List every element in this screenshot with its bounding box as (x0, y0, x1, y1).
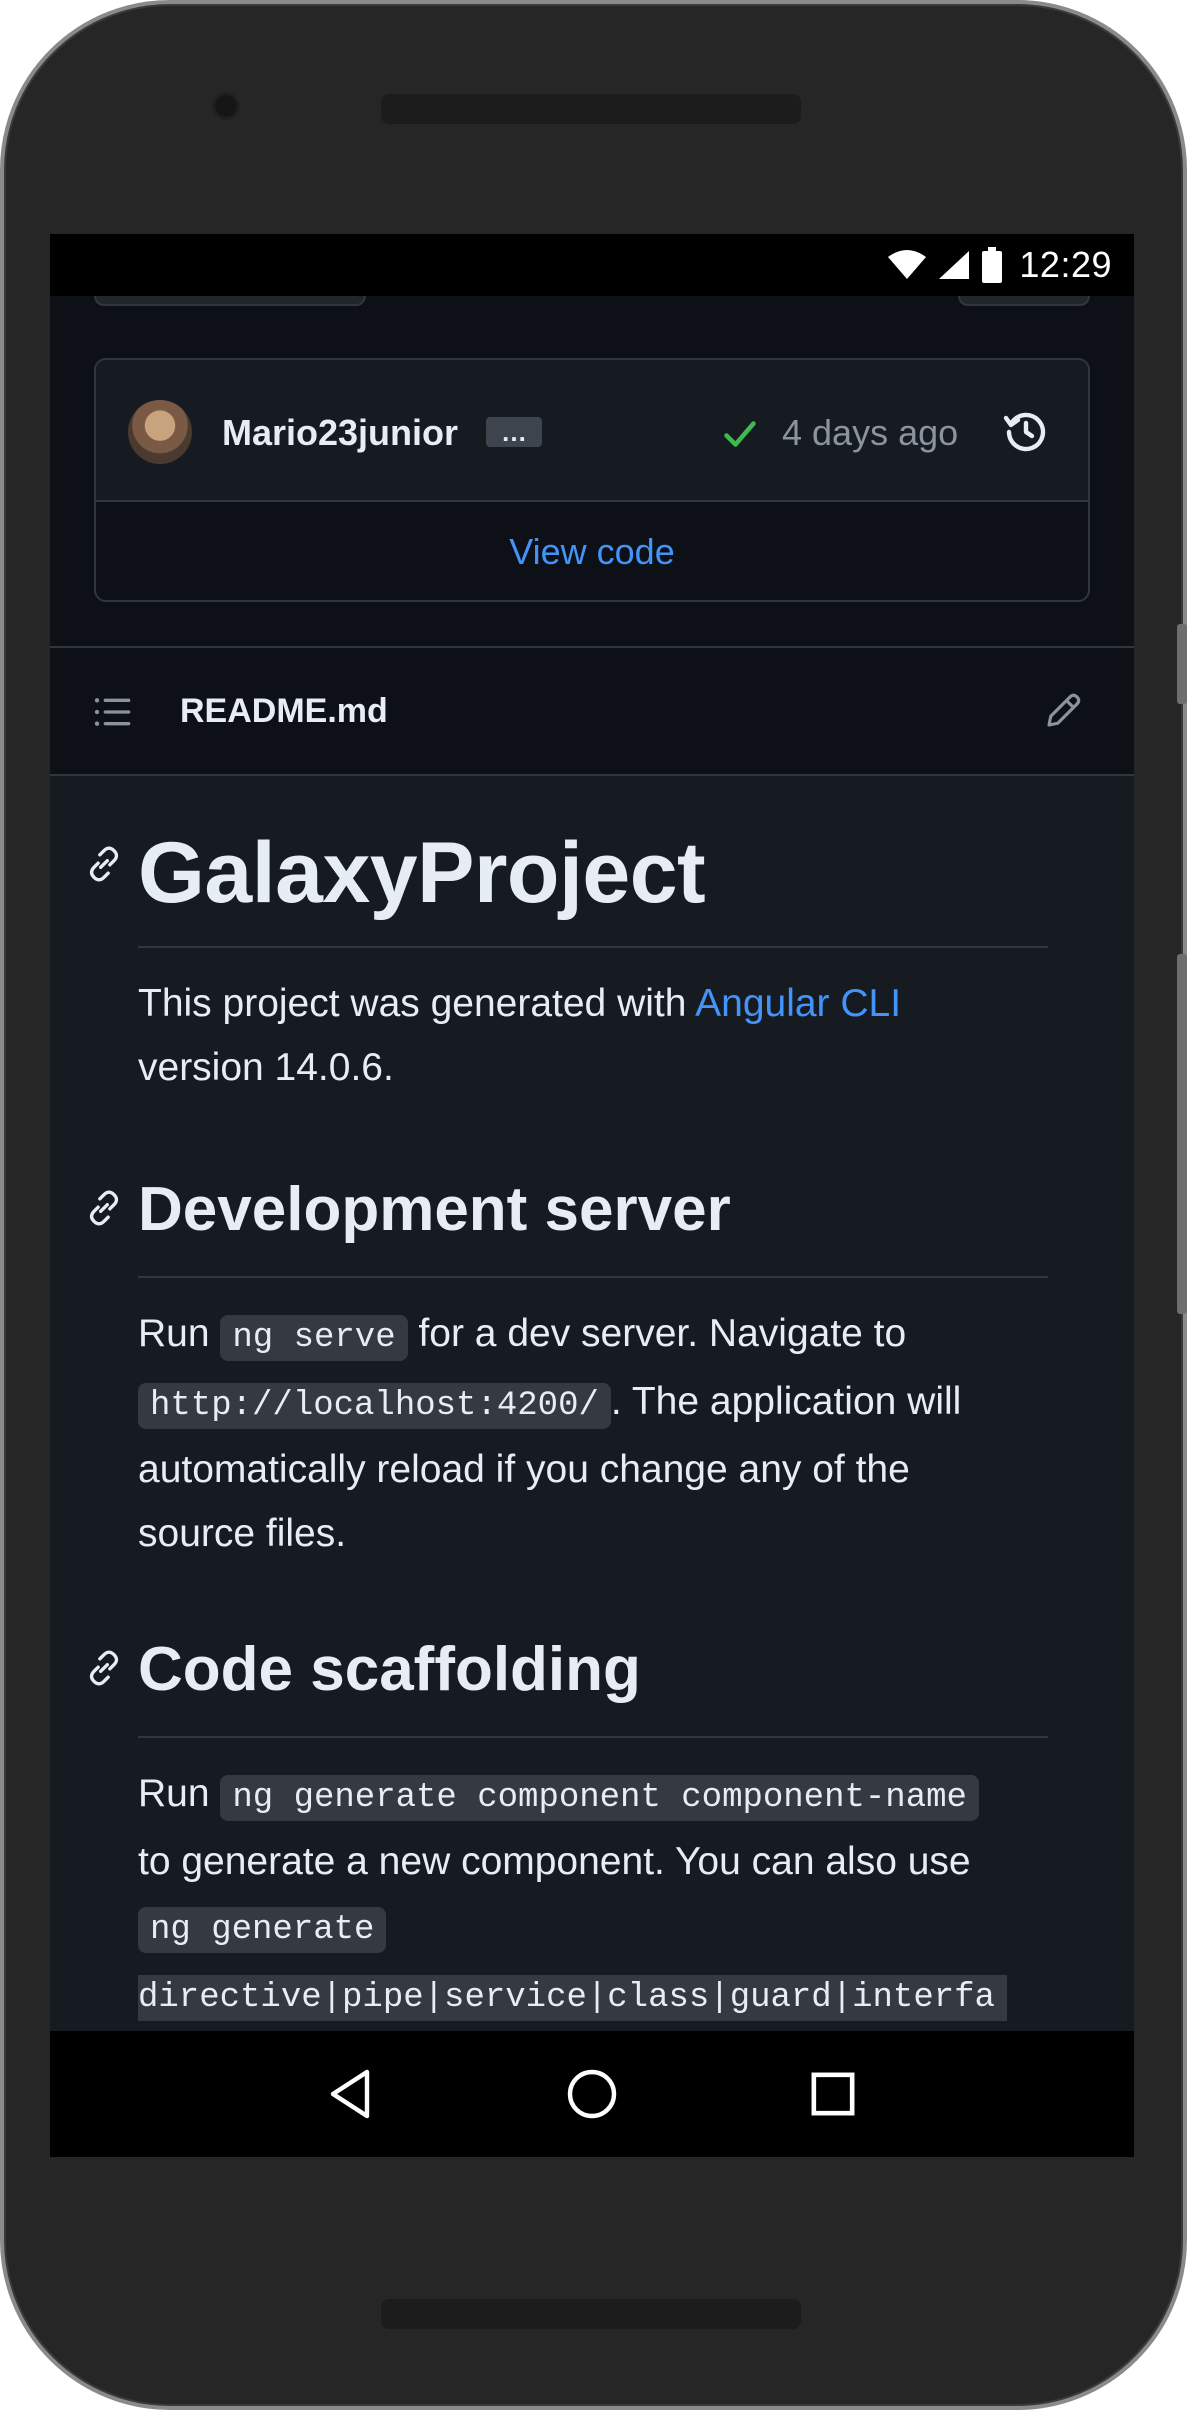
inline-code: directive|pipe|service|class|guard|inter… (138, 1975, 1007, 2021)
intro-paragraph: This project was generated with Angular … (138, 972, 1048, 1100)
status-bar: 12:29 (50, 234, 1134, 296)
power-button (1177, 954, 1187, 1314)
paragraph-text: Run (138, 1312, 221, 1355)
readme-header: README.md (50, 648, 1134, 774)
inline-code: ng generate (138, 1907, 387, 1953)
check-icon[interactable] (722, 416, 758, 452)
intro-text: This project was generated with (138, 982, 696, 1025)
angular-cli-link[interactable]: Angular CLI (695, 982, 901, 1025)
readme-body: GalaxyProject This project was generated… (50, 776, 1134, 2031)
expand-commit-message-button[interactable]: … (486, 417, 542, 447)
recents-button[interactable] (803, 2064, 863, 2124)
avatar[interactable] (128, 400, 192, 464)
heading-divider (138, 1736, 1048, 1738)
page-content: Mario23junior … 4 days ago View code REA… (50, 296, 1134, 2031)
link-icon[interactable] (84, 1188, 124, 1228)
inline-code: ng generate component component-name (220, 1775, 979, 1821)
status-icons (887, 247, 1003, 283)
signal-icon (939, 251, 970, 279)
development-server-paragraph: Run ng serve for a dev server. Navigate … (138, 1302, 1048, 1566)
view-code-link[interactable]: View code (96, 502, 1088, 602)
inline-code: http://localhost:4200/ (138, 1383, 611, 1429)
paragraph-text: source files. (138, 1512, 347, 1555)
link-icon[interactable] (84, 844, 124, 884)
front-camera (212, 92, 240, 120)
screen: 12:29 Mario23junior … 4 days ago View co… (50, 234, 1134, 2157)
back-button[interactable] (321, 2064, 381, 2124)
top-speaker (381, 94, 801, 124)
wifi-icon (888, 250, 927, 279)
link-icon[interactable] (84, 1648, 124, 1688)
inline-code: ng serve (220, 1315, 408, 1361)
partial-branch-button[interactable] (94, 296, 366, 306)
volume-button (1177, 624, 1187, 704)
commit-author[interactable]: Mario23junior (222, 412, 458, 454)
code-scaffolding-paragraph: Run ng generate component component-name… (138, 1762, 1048, 2030)
history-icon[interactable] (1002, 408, 1050, 456)
navigation-bar (50, 2031, 1134, 2157)
back-icon (330, 2069, 369, 2119)
bottom-speaker (381, 2299, 801, 2329)
paragraph-text: to generate a new component. You can als… (138, 1840, 971, 1883)
paragraph-text: Run (138, 1772, 221, 1815)
intro-version-text: version 14.0.6. (138, 1046, 394, 1089)
status-time: 12:29 (1019, 244, 1112, 285)
development-server-heading: Development server (138, 1175, 731, 1244)
partial-action-button[interactable] (958, 296, 1090, 306)
readme-filename[interactable]: README.md (180, 692, 388, 731)
paragraph-text: automatically reload if you change any o… (138, 1448, 910, 1491)
paragraph-text: . The application will (610, 1380, 962, 1423)
recents-icon (811, 2072, 855, 2116)
paragraph-text: for a dev server. Navigate to (407, 1312, 907, 1355)
heading-divider (138, 946, 1048, 948)
battery-icon (982, 247, 1003, 283)
readme-title-heading: GalaxyProject (138, 825, 706, 921)
list-icon[interactable] (92, 692, 132, 732)
commit-time: 4 days ago (782, 412, 959, 453)
phone-frame: 12:29 Mario23junior … 4 days ago View co… (0, 0, 1187, 2410)
pencil-icon[interactable] (1042, 690, 1084, 732)
home-icon (567, 2069, 617, 2119)
heading-divider (138, 1276, 1048, 1278)
home-button[interactable] (562, 2064, 622, 2124)
code-scaffolding-heading: Code scaffolding (138, 1635, 641, 1704)
commit-row: Mario23junior … 4 days ago (96, 360, 1088, 502)
latest-commit-box: Mario23junior … 4 days ago View code (94, 358, 1090, 602)
